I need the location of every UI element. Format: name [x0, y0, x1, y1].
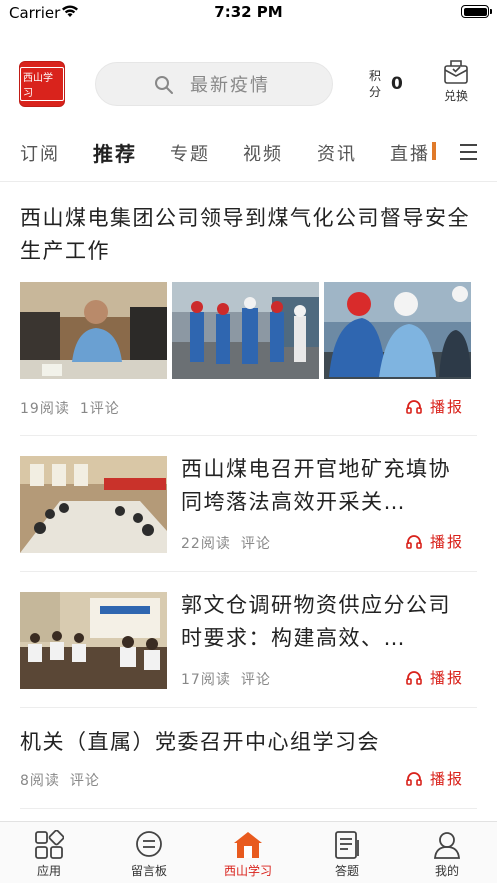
comment-count: 1评论 — [79, 401, 120, 417]
article-card[interactable]: 西山煤电集团公司领导到煤气化公司督导安全生产工作 19阅读 1评论 播报 — [0, 200, 497, 436]
article-card[interactable]: 西山煤电召开官地矿充填协同垮落法高效开采关… 22阅读 评论 播报 — [0, 436, 497, 572]
search-bar[interactable]: 最新疫情 — [95, 62, 333, 106]
comment-count: 评论 — [240, 536, 271, 552]
nav-profile[interactable]: 我的 — [412, 830, 482, 879]
tab-topics[interactable]: 专题 — [170, 140, 210, 166]
redeem-label: 兑换 — [443, 89, 468, 103]
read-count: 22阅读 — [181, 536, 231, 552]
headphones-icon — [406, 772, 422, 786]
broadcast-button[interactable]: 播报 — [406, 531, 464, 552]
nav-apps[interactable]: 应用 — [14, 830, 84, 879]
comment-count: 评论 — [240, 672, 271, 688]
broadcast-label: 播报 — [429, 533, 464, 551]
tab-subscribe[interactable]: 订阅 — [20, 140, 60, 166]
points-label: 积分 — [369, 69, 382, 99]
clock: 7:32 PM — [214, 3, 283, 21]
battery-icon — [461, 5, 492, 18]
category-tabs: 订阅 推荐 专题 视频 资讯 直播 — [0, 130, 497, 176]
nav-message-board[interactable]: 留言板 — [114, 830, 184, 879]
nav-xishan-study[interactable]: 西山学习 — [213, 830, 283, 879]
article-thumbnails — [20, 282, 472, 379]
search-icon — [155, 76, 173, 94]
article-meta: 22阅读 评论 — [181, 533, 281, 553]
article-meta: 17阅读 评论 — [181, 669, 281, 689]
tab-news[interactable]: 资讯 — [317, 140, 357, 166]
article-photo — [324, 282, 471, 379]
points-value: 0 — [391, 74, 403, 94]
article-photo — [20, 592, 167, 689]
nav-label: 西山学习 — [223, 864, 272, 878]
article-card[interactable]: 郭文仓调研物资供应分公司时要求：构建高效、… 17阅读 评论 播报 — [0, 572, 497, 708]
tab-video[interactable]: 视频 — [243, 140, 283, 166]
article-photo — [20, 282, 167, 379]
broadcast-label: 播报 — [429, 398, 464, 416]
broadcast-label: 播报 — [429, 669, 464, 687]
article-meta: 8阅读 评论 — [20, 770, 110, 790]
search-placeholder: 最新疫情 — [190, 75, 270, 96]
app-logo-text: 西山学习 — [20, 67, 64, 101]
article-meta: 19阅读 1评论 — [20, 398, 130, 418]
nav-quiz[interactable]: 答题 — [312, 830, 382, 879]
read-count: 8阅读 — [20, 773, 60, 789]
comment-count: 评论 — [69, 773, 100, 789]
apps-icon — [35, 830, 64, 859]
article-title: 机关（直属）党委召开中心组学习会 — [20, 730, 380, 754]
broadcast-button[interactable]: 播报 — [406, 396, 464, 417]
article-photo — [172, 282, 319, 379]
article-title: 西山煤电集团公司领导到煤气化公司督导安全生产工作 — [20, 206, 470, 263]
article-card[interactable]: 机关（直属）党委召开中心组学习会 8阅读 评论 播报 — [0, 708, 497, 808]
read-count: 19阅读 — [20, 401, 70, 417]
broadcast-button[interactable]: 播报 — [406, 667, 464, 688]
profile-icon — [434, 832, 460, 859]
nav-label: 答题 — [334, 864, 359, 878]
app-logo[interactable]: 西山学习 — [19, 61, 65, 107]
header: 西山学习 最新疫情 积分 0 兑换 — [0, 52, 497, 116]
tab-live[interactable]: 直播 — [390, 140, 430, 166]
headphones-icon — [406, 400, 422, 414]
broadcast-label: 播报 — [429, 770, 464, 788]
article-photo — [20, 456, 167, 553]
headphones-icon — [406, 671, 422, 685]
tab-recommended[interactable]: 推荐 — [93, 138, 137, 167]
nav-label: 应用 — [36, 864, 61, 878]
quiz-icon — [335, 831, 359, 859]
tabs-divider — [0, 181, 497, 182]
points-display[interactable]: 积分 0 — [369, 68, 409, 102]
status-bar: Carrier 7:32 PM — [0, 0, 497, 26]
bottom-nav: 应用 留言板 西山学习 答题 我的 — [0, 821, 497, 883]
menu-icon[interactable] — [460, 144, 477, 161]
message-board-icon — [136, 831, 162, 857]
nav-label: 留言板 — [130, 864, 167, 878]
gift-box-icon — [444, 60, 468, 84]
home-icon — [234, 832, 262, 858]
nav-label: 我的 — [434, 864, 459, 878]
redeem-button[interactable]: 兑换 — [438, 58, 474, 110]
tab-scroll-indicator — [432, 142, 436, 160]
headphones-icon — [406, 535, 422, 549]
article-title: 郭文仓调研物资供应分公司时要求：构建高效、… — [181, 593, 451, 650]
broadcast-button[interactable]: 播报 — [406, 768, 464, 789]
feed-divider — [20, 808, 477, 809]
read-count: 17阅读 — [181, 672, 231, 688]
article-title: 西山煤电召开官地矿充填协同垮落法高效开采关… — [181, 457, 451, 514]
